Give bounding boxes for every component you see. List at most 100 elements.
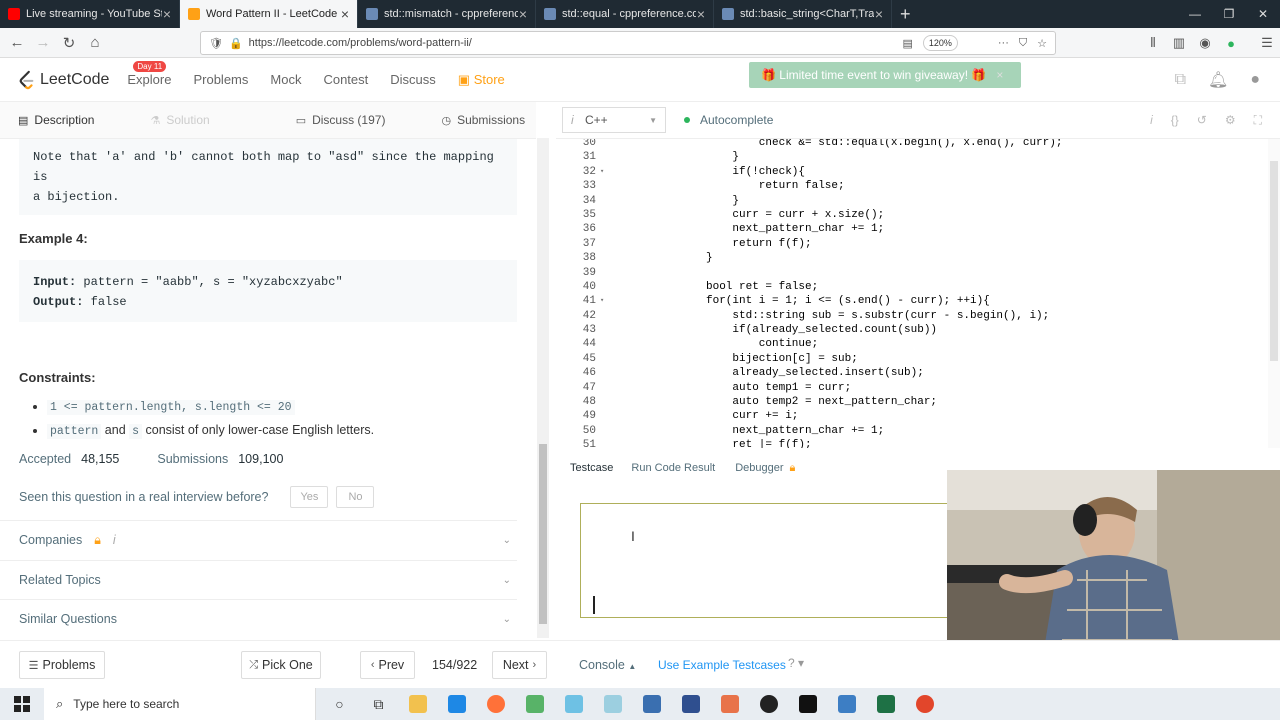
- editor-scrollbar[interactable]: [1268, 139, 1280, 448]
- menu-store[interactable]: ▣ Store: [458, 72, 505, 88]
- code-line[interactable]: 31}: [556, 150, 1268, 164]
- menu-mock[interactable]: Mock: [270, 72, 301, 87]
- tab-description[interactable]: ▤ Description: [18, 113, 94, 127]
- code-line[interactable]: 36 next_pattern_char += 1;: [556, 222, 1268, 236]
- playground-icon[interactable]: ⧉: [1175, 71, 1186, 89]
- network-icon[interactable]: [632, 688, 671, 720]
- excel-icon[interactable]: [866, 688, 905, 720]
- obs-icon[interactable]: [905, 688, 944, 720]
- pick-one-button[interactable]: ⤮ Pick One: [241, 651, 321, 679]
- code-line[interactable]: 44 continue;: [556, 337, 1268, 351]
- more-icon[interactable]: ···: [998, 37, 1009, 49]
- windows-start-icon[interactable]: [0, 688, 44, 720]
- reset-icon[interactable]: ↺: [1197, 113, 1207, 128]
- git-icon[interactable]: [710, 688, 749, 720]
- github-icon[interactable]: [749, 688, 788, 720]
- menu-contest[interactable]: Contest: [323, 72, 368, 87]
- fullscreen-icon[interactable]: ⛶: [1254, 113, 1262, 128]
- calculator-icon[interactable]: [671, 688, 710, 720]
- scrollbar-thumb[interactable]: [539, 444, 547, 624]
- minimize-icon[interactable]: —: [1178, 0, 1212, 28]
- task-view-icon[interactable]: ⧉: [359, 688, 398, 720]
- problem-scrollbar[interactable]: [537, 138, 549, 638]
- promo-banner[interactable]: 🎁 Limited time event to win giveaway! 🎁 …: [749, 62, 1021, 88]
- code-line[interactable]: 42 std::string sub = s.substr(curr - s.be…: [556, 309, 1268, 323]
- reader-icon[interactable]: ▤: [902, 37, 912, 50]
- browser-tab[interactable]: std::basic_string<CharT,Traits,A×: [714, 0, 892, 28]
- tab-submissions[interactable]: ◷ Submissions: [441, 113, 525, 127]
- browser-tab[interactable]: std::equal - cppreference.com ×: [536, 0, 714, 28]
- terminal-icon[interactable]: [788, 688, 827, 720]
- file-explorer-icon[interactable]: [398, 688, 437, 720]
- pocket-icon[interactable]: ⛉: [1019, 37, 1027, 50]
- vscode-icon[interactable]: [437, 688, 476, 720]
- menu-icon[interactable]: ☰: [1254, 35, 1280, 51]
- cortana-icon[interactable]: ○: [320, 688, 359, 720]
- code-line[interactable]: 39: [556, 266, 1268, 280]
- reload-icon[interactable]: ↻: [56, 34, 82, 52]
- language-select[interactable]: i C++ ▼: [562, 107, 666, 133]
- use-example-testcases[interactable]: Use Example Testcases: [658, 658, 786, 672]
- similar-questions-section[interactable]: Similar Questions ⌄: [0, 599, 517, 638]
- code-line[interactable]: 49 curr += i;: [556, 409, 1268, 423]
- braces-icon[interactable]: {}: [1171, 113, 1179, 128]
- notification-bell-icon[interactable]: 🔔︎: [1208, 70, 1228, 90]
- prev-button[interactable]: ‹ Prev: [360, 651, 415, 679]
- code-line[interactable]: 41 ▾ for(int i = 1; i <= (s.end() - curr);…: [556, 294, 1268, 308]
- code-line[interactable]: 34}: [556, 194, 1268, 208]
- tool-icon[interactable]: [827, 688, 866, 720]
- info-icon[interactable]: i: [1150, 113, 1153, 128]
- problems-button[interactable]: ☰ Problems: [19, 651, 105, 679]
- yes-button[interactable]: Yes: [290, 486, 329, 508]
- companies-section[interactable]: Companies 🔒︎ i ⌄: [0, 520, 517, 559]
- scrollbar-thumb[interactable]: [1270, 161, 1278, 361]
- sidebar-icon[interactable]: ▥: [1166, 35, 1192, 51]
- close-tab-icon[interactable]: ×: [875, 6, 883, 22]
- menu-explore[interactable]: Explore Day 11: [127, 61, 171, 87]
- code-line[interactable]: 37 return f(f);: [556, 237, 1268, 251]
- menu-problems[interactable]: Problems: [193, 72, 248, 87]
- code-editor[interactable]: 30 check &= std::equal(x.begin(), x.end()…: [556, 139, 1268, 448]
- code-line[interactable]: 32 ▾ if(!check){: [556, 165, 1268, 179]
- code-line[interactable]: 38}: [556, 251, 1268, 265]
- app-icon[interactable]: [554, 688, 593, 720]
- menu-discuss[interactable]: Discuss: [390, 72, 436, 87]
- account-icon[interactable]: ◉: [1192, 35, 1218, 51]
- tab-discuss[interactable]: ▭ Discuss (197): [296, 113, 386, 127]
- user-avatar-icon[interactable]: ●: [1250, 71, 1260, 89]
- url-text[interactable]: https://leetcode.com/problems/word-patte…: [249, 37, 903, 49]
- browser-tab[interactable]: std::mismatch - cppreference.c×: [358, 0, 536, 28]
- library-icon[interactable]: ⫴: [1140, 35, 1166, 51]
- code-line[interactable]: 47 auto temp1 = curr;: [556, 381, 1268, 395]
- code-line[interactable]: 35 curr = curr + x.size();: [556, 208, 1268, 222]
- tab-run-result[interactable]: Run Code Result: [631, 462, 715, 474]
- leetcode-logo[interactable]: LeetCode: [18, 70, 109, 90]
- new-tab-icon[interactable]: +: [900, 0, 911, 28]
- settings-gear-icon[interactable]: ⚙: [1225, 113, 1236, 128]
- code-line[interactable]: 50 next_pattern_char += 1;: [556, 424, 1268, 438]
- browser-tab[interactable]: Word Pattern II - LeetCode ×: [180, 0, 358, 28]
- tab-testcase[interactable]: Testcase: [570, 462, 613, 474]
- code-line[interactable]: 33 return false;: [556, 179, 1268, 193]
- taskbar-search[interactable]: ⌕ Type here to search: [44, 688, 316, 720]
- address-bar[interactable]: 🛡 🔒 https://leetcode.com/problems/word-p…: [200, 31, 1056, 55]
- tab-debugger[interactable]: Debugger: [735, 462, 783, 474]
- fold-icon[interactable]: ▾: [600, 294, 604, 308]
- close-tab-icon[interactable]: ×: [697, 6, 705, 22]
- code-line[interactable]: 40 bool ret = false;: [556, 280, 1268, 294]
- related-topics-section[interactable]: Related Topics ⌄: [0, 560, 517, 599]
- home-icon[interactable]: ⌂: [82, 34, 108, 51]
- fold-icon[interactable]: ▾: [600, 165, 604, 179]
- promo-close-icon[interactable]: ×: [996, 68, 1003, 82]
- close-tab-icon[interactable]: ×: [341, 6, 349, 22]
- close-tab-icon[interactable]: ×: [163, 6, 171, 22]
- forward-icon[interactable]: →: [30, 34, 56, 51]
- console-toggle[interactable]: Console ▲: [579, 658, 636, 672]
- code-line[interactable]: 43 if(already_selected.count(sub)): [556, 323, 1268, 337]
- close-tab-icon[interactable]: ×: [519, 6, 527, 22]
- zoom-level[interactable]: 120%: [922, 35, 958, 51]
- close-window-icon[interactable]: ✕: [1246, 0, 1280, 28]
- paint-icon[interactable]: [593, 688, 632, 720]
- autocomplete-toggle[interactable]: Autocomplete: [684, 113, 773, 127]
- code-line[interactable]: 46 already_selected.insert(sub);: [556, 366, 1268, 380]
